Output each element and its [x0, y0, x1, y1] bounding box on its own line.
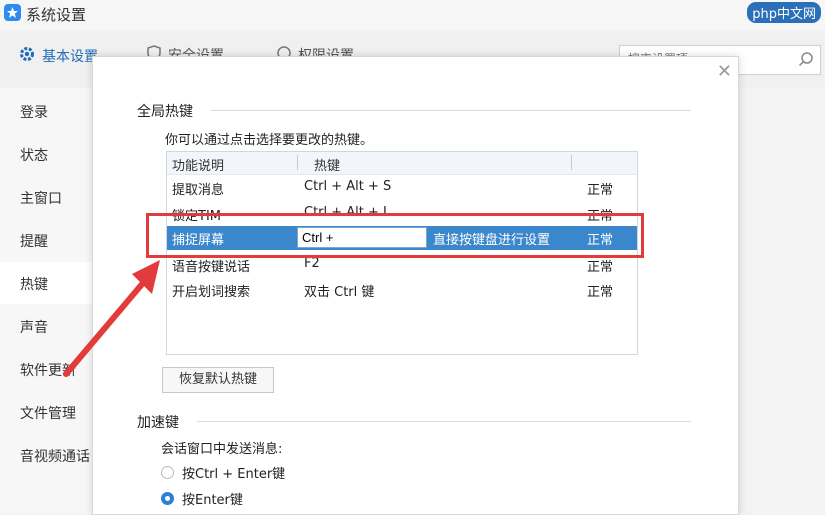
table-header: 功能说明 热键 — [167, 152, 637, 175]
radio-label: 按Enter键 — [182, 493, 243, 508]
row-hotkey: 双击 Ctrl 键 — [304, 285, 375, 300]
sidebar-item-reminder[interactable]: 提醒 — [20, 231, 48, 251]
tab-basic-settings[interactable]: 基本设置 — [18, 45, 98, 67]
watermark-logo: php中文网 — [747, 2, 821, 23]
accelerator-title: 加速键 — [137, 415, 179, 431]
sidebar-item-label: 热键 — [20, 277, 48, 293]
row-hotkey: F2 — [304, 256, 320, 271]
window-title: 系统设置 — [26, 6, 87, 24]
tab-label: 基本设置 — [42, 49, 98, 65]
row-status: 正常 — [587, 285, 614, 300]
row-function: 开启划词搜索 — [172, 285, 251, 300]
column-header-function: 功能说明 — [172, 159, 225, 174]
row-function: 语音按键说话 — [172, 260, 251, 275]
section-divider — [211, 110, 691, 111]
highlight-frame — [146, 213, 644, 258]
row-hotkey: Ctrl + Alt + S — [304, 179, 392, 194]
gear-icon — [18, 45, 36, 67]
hotkey-dialog: ✕ 全局热键 你可以通过点击选择要更改的热键。 功能说明 热键 提取消息 Ctr… — [92, 56, 739, 515]
send-message-label: 会话窗口中发送消息: — [161, 442, 283, 457]
sidebar-item-sound[interactable]: 声音 — [20, 317, 48, 337]
red-arrow-icon — [63, 260, 160, 377]
radio-checked-icon[interactable] — [161, 492, 174, 505]
close-icon[interactable]: ✕ — [717, 61, 732, 82]
column-separator — [297, 155, 298, 170]
title-bar: 系统设置 php中文网 — [0, 0, 825, 30]
radio-ctrl-enter[interactable]: 按Ctrl + Enter键 — [161, 463, 285, 482]
radio-enter[interactable]: 按Enter键 — [161, 489, 243, 508]
search-icon[interactable] — [798, 51, 814, 71]
restore-default-hotkeys-button[interactable]: 恢复默认热键 — [162, 367, 274, 393]
row-status: 正常 — [587, 260, 614, 275]
sidebar-item-login[interactable]: 登录 — [20, 102, 48, 122]
column-separator — [571, 155, 572, 170]
row-status: 正常 — [587, 183, 614, 198]
table-row[interactable]: 提取消息 Ctrl + Alt + S 正常 — [167, 176, 637, 200]
sidebar-item-av-call[interactable]: 音视频通话 — [20, 446, 90, 466]
hotkey-hint: 你可以通过点击选择要更改的热键。 — [165, 133, 374, 148]
radio-unchecked-icon[interactable] — [161, 466, 174, 479]
section-divider — [197, 421, 691, 422]
sidebar-item-status[interactable]: 状态 — [20, 145, 48, 165]
radio-label: 按Ctrl + Enter键 — [182, 467, 286, 482]
row-function: 提取消息 — [172, 183, 225, 198]
table-row[interactable]: 开启划词搜索 双击 Ctrl 键 正常 — [167, 278, 637, 302]
sidebar-item-file-management[interactable]: 文件管理 — [20, 403, 76, 423]
global-hotkeys-title: 全局热键 — [137, 104, 193, 120]
column-header-hotkey: 热键 — [314, 159, 341, 174]
app-logo-icon — [4, 4, 21, 21]
sidebar-item-main-window[interactable]: 主窗口 — [20, 188, 62, 208]
